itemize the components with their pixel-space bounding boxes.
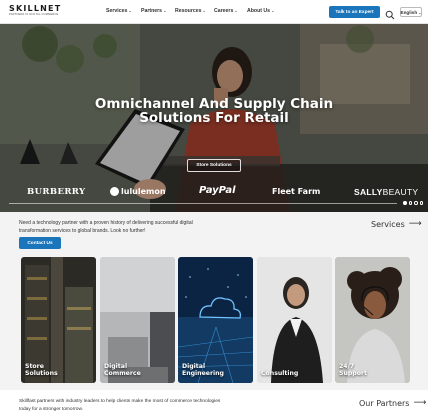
card-store-solutions[interactable]: Store Solutions (21, 257, 96, 383)
lululemon-icon (110, 187, 119, 196)
brand-logo-lululemon: lululemon (110, 187, 166, 196)
brand-logo-fleet-farm: Fleet Farm (272, 187, 321, 196)
brand-logo-burberry: BURBERRY (27, 187, 86, 197)
search-icon[interactable] (385, 7, 395, 20)
chevron-down-icon: ⌄ (418, 9, 422, 15)
partners-text: Skillfast partners with industry leaders… (19, 399, 221, 412)
our-partners-link[interactable]: Our Partners ⟶ (359, 398, 426, 408)
arrow-right-icon: ⟶ (413, 398, 427, 408)
card-label: 24/7 Support (339, 363, 367, 377)
card-label: Digital Commerce (104, 363, 141, 377)
card-label: Consulting (261, 370, 299, 377)
site-header: SKILLNET PARTNERS IN DIGITAL COMMERCE Se… (0, 0, 428, 24)
card-24-7-support[interactable]: 24/7 Support (335, 257, 410, 383)
carousel-dots (403, 201, 423, 205)
nav-careers[interactable]: Careers⌄ (214, 8, 238, 14)
nav-about-us[interactable]: About Us⌄ (247, 8, 274, 14)
chevron-down-icon: ⌄ (128, 8, 132, 13)
card-consulting[interactable]: Consulting (257, 257, 332, 383)
carousel-progress-line (9, 203, 397, 204)
language-selector[interactable]: English ⌄ (400, 7, 422, 17)
nav-partners[interactable]: Partners⌄ (141, 8, 166, 14)
chevron-down-icon: ⌄ (271, 8, 275, 13)
chevron-down-icon: ⌄ (202, 8, 206, 13)
contact-us-button[interactable]: Contact Us (19, 237, 61, 249)
carousel-dot[interactable] (408, 201, 412, 205)
carousel-dot[interactable] (403, 201, 407, 205)
talk-to-expert-button[interactable]: Talk to an Expert (329, 6, 380, 18)
card-digital-engineering[interactable]: Digital Engineering (178, 257, 253, 383)
nav-services[interactable]: Services⌄ (106, 8, 132, 14)
brand-logo-sally-beauty: SALLYBEAUTY (354, 187, 419, 197)
card-label: Digital Engineering (182, 363, 224, 377)
arrow-right-icon: ⟶ (408, 219, 422, 229)
skillnet-logo[interactable]: SKILLNET PARTNERS IN DIGITAL COMMERCE (9, 4, 62, 19)
intro-text: Need a technology partner with a proven … (19, 220, 193, 234)
card-label: Store Solutions (25, 363, 58, 377)
brand-logo-paypal: PayPal (199, 185, 236, 196)
chevron-down-icon: ⌄ (234, 8, 238, 13)
carousel-dot[interactable] (419, 201, 423, 205)
person-icon (257, 257, 332, 383)
logo-tagline: PARTNERS IN DIGITAL COMMERCE (9, 13, 59, 16)
chevron-down-icon: ⌄ (163, 8, 167, 13)
hero-banner: Omnichannel And Supply Chain Solutions F… (0, 24, 428, 212)
nav-resources[interactable]: Resources⌄ (175, 8, 206, 14)
logo-wordmark: SKILLNET (9, 4, 62, 13)
store-solutions-button[interactable]: Store Solutions (187, 159, 241, 172)
carousel-dot[interactable] (414, 201, 418, 205)
card-digital-commerce[interactable]: Digital Commerce (100, 257, 175, 383)
services-link[interactable]: Services ⟶ (371, 219, 422, 229)
hero-title: Omnichannel And Supply Chain Solutions F… (94, 96, 334, 126)
